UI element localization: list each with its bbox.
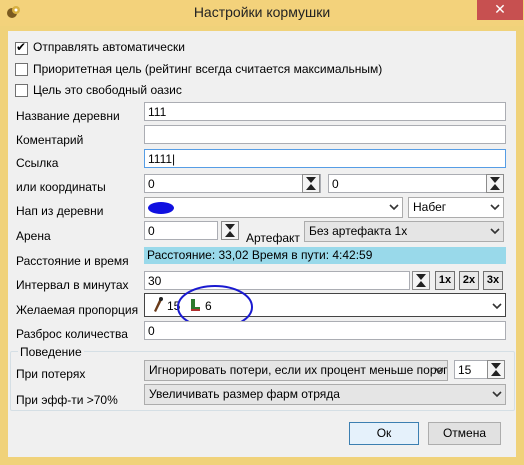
spin-arrows-icon <box>306 177 316 190</box>
title-bar[interactable]: Настройки кормушки ✕ <box>0 0 524 26</box>
source-village-select[interactable] <box>144 197 403 218</box>
text-cursor: | <box>172 152 176 166</box>
chevron-down-icon <box>389 204 399 211</box>
village-name-input[interactable]: 111 <box>144 102 506 121</box>
spin-arrows-icon <box>490 177 500 190</box>
on-efficiency-value: Увеличивать размер фарм отряда <box>149 387 340 401</box>
spin-arrows-icon <box>225 224 235 237</box>
artifact-value: Без артефакта 1x <box>309 224 408 238</box>
redacted-scribble-icon <box>148 202 174 214</box>
auto-send-label: Отправлять автоматически <box>33 40 185 54</box>
coord-y-spinner[interactable] <box>486 174 504 193</box>
interval-spinner[interactable] <box>412 271 430 290</box>
proportion-label: Желаемая пропорция <box>16 303 139 317</box>
link-input[interactable]: 1111| <box>144 149 506 168</box>
window-title: Настройки кормушки <box>193 4 331 20</box>
free-oasis-checkbox[interactable] <box>15 84 28 97</box>
loss-threshold-spinner[interactable] <box>487 360 505 379</box>
on-losses-select[interactable]: Игнорировать потери, если их процент мен… <box>144 360 448 381</box>
artifact-label: Артефакт <box>246 231 300 245</box>
comment-input[interactable] <box>144 125 506 144</box>
chevron-down-icon <box>492 303 502 310</box>
attack-mode-value: Набег <box>413 200 447 214</box>
club-unit-icon <box>154 297 163 312</box>
interval-3x-button[interactable]: 3x <box>483 271 503 290</box>
coord-x-spinner[interactable] <box>302 174 320 193</box>
arena-input[interactable]: 0 <box>144 221 218 240</box>
attack-mode-select[interactable]: Набег <box>408 197 504 218</box>
chevron-down-icon <box>492 391 502 398</box>
link-label: Ссылка <box>16 156 59 170</box>
interval-2x-button[interactable]: 2x <box>459 271 479 290</box>
close-button[interactable]: ✕ <box>477 0 523 20</box>
ok-button[interactable]: Ок <box>349 422 419 445</box>
cancel-button[interactable]: Отмена <box>428 422 501 445</box>
spin-arrows-icon <box>416 274 426 287</box>
arena-label: Арена <box>16 229 51 243</box>
spread-input[interactable]: 0 <box>144 321 506 340</box>
artifact-select[interactable]: Без артефакта 1x <box>304 221 504 242</box>
arena-spinner[interactable] <box>221 221 239 240</box>
chevron-down-icon <box>490 204 500 211</box>
priority-target-checkbox[interactable] <box>15 63 28 76</box>
on-efficiency-select[interactable]: Увеличивать размер фарм отряда <box>144 384 506 405</box>
coords-label: или координаты <box>16 180 106 194</box>
coord-x-input[interactable]: 0 <box>144 174 321 193</box>
priority-target-label: Приоритетная цель (рейтинг всегда считае… <box>33 62 383 76</box>
free-oasis-label: Цель это свободный оазис <box>33 83 182 97</box>
loss-threshold-input[interactable]: 15 <box>454 360 488 379</box>
dialog-body: ✔ Отправлять автоматически Приоритетная … <box>8 31 516 457</box>
spin-arrows-icon <box>491 363 501 376</box>
behavior-group-title: Поведение <box>18 345 84 359</box>
interval-label: Интервал в минутах <box>16 278 129 292</box>
distance-info: Расстояние: 33,02 Время в пути: 4:42:59 <box>144 247 506 264</box>
chevron-down-icon <box>490 228 500 235</box>
distance-label: Расстояние и время <box>16 254 129 268</box>
dialog-window: Настройки кормушки ✕ ✔ Отправлять автома… <box>0 0 524 465</box>
chevron-down-icon <box>434 367 444 374</box>
on-losses-value: Игнорировать потери, если их процент мен… <box>149 363 448 377</box>
source-village-label: Нап из деревни <box>16 204 104 218</box>
auto-send-checkbox[interactable]: ✔ <box>15 40 28 55</box>
spread-label: Разброс количества <box>16 327 128 341</box>
coord-y-input[interactable]: 0 <box>328 174 504 193</box>
comment-label: Коментарий <box>16 133 84 147</box>
village-name-label: Название деревни <box>16 109 120 123</box>
on-efficiency-label: При эфф-ти >70% <box>16 393 118 407</box>
link-value: 1111 <box>148 152 173 166</box>
check-icon: ✔ <box>16 40 27 54</box>
interval-1x-button[interactable]: 1x <box>435 271 455 290</box>
on-losses-label: При потерях <box>16 367 86 381</box>
